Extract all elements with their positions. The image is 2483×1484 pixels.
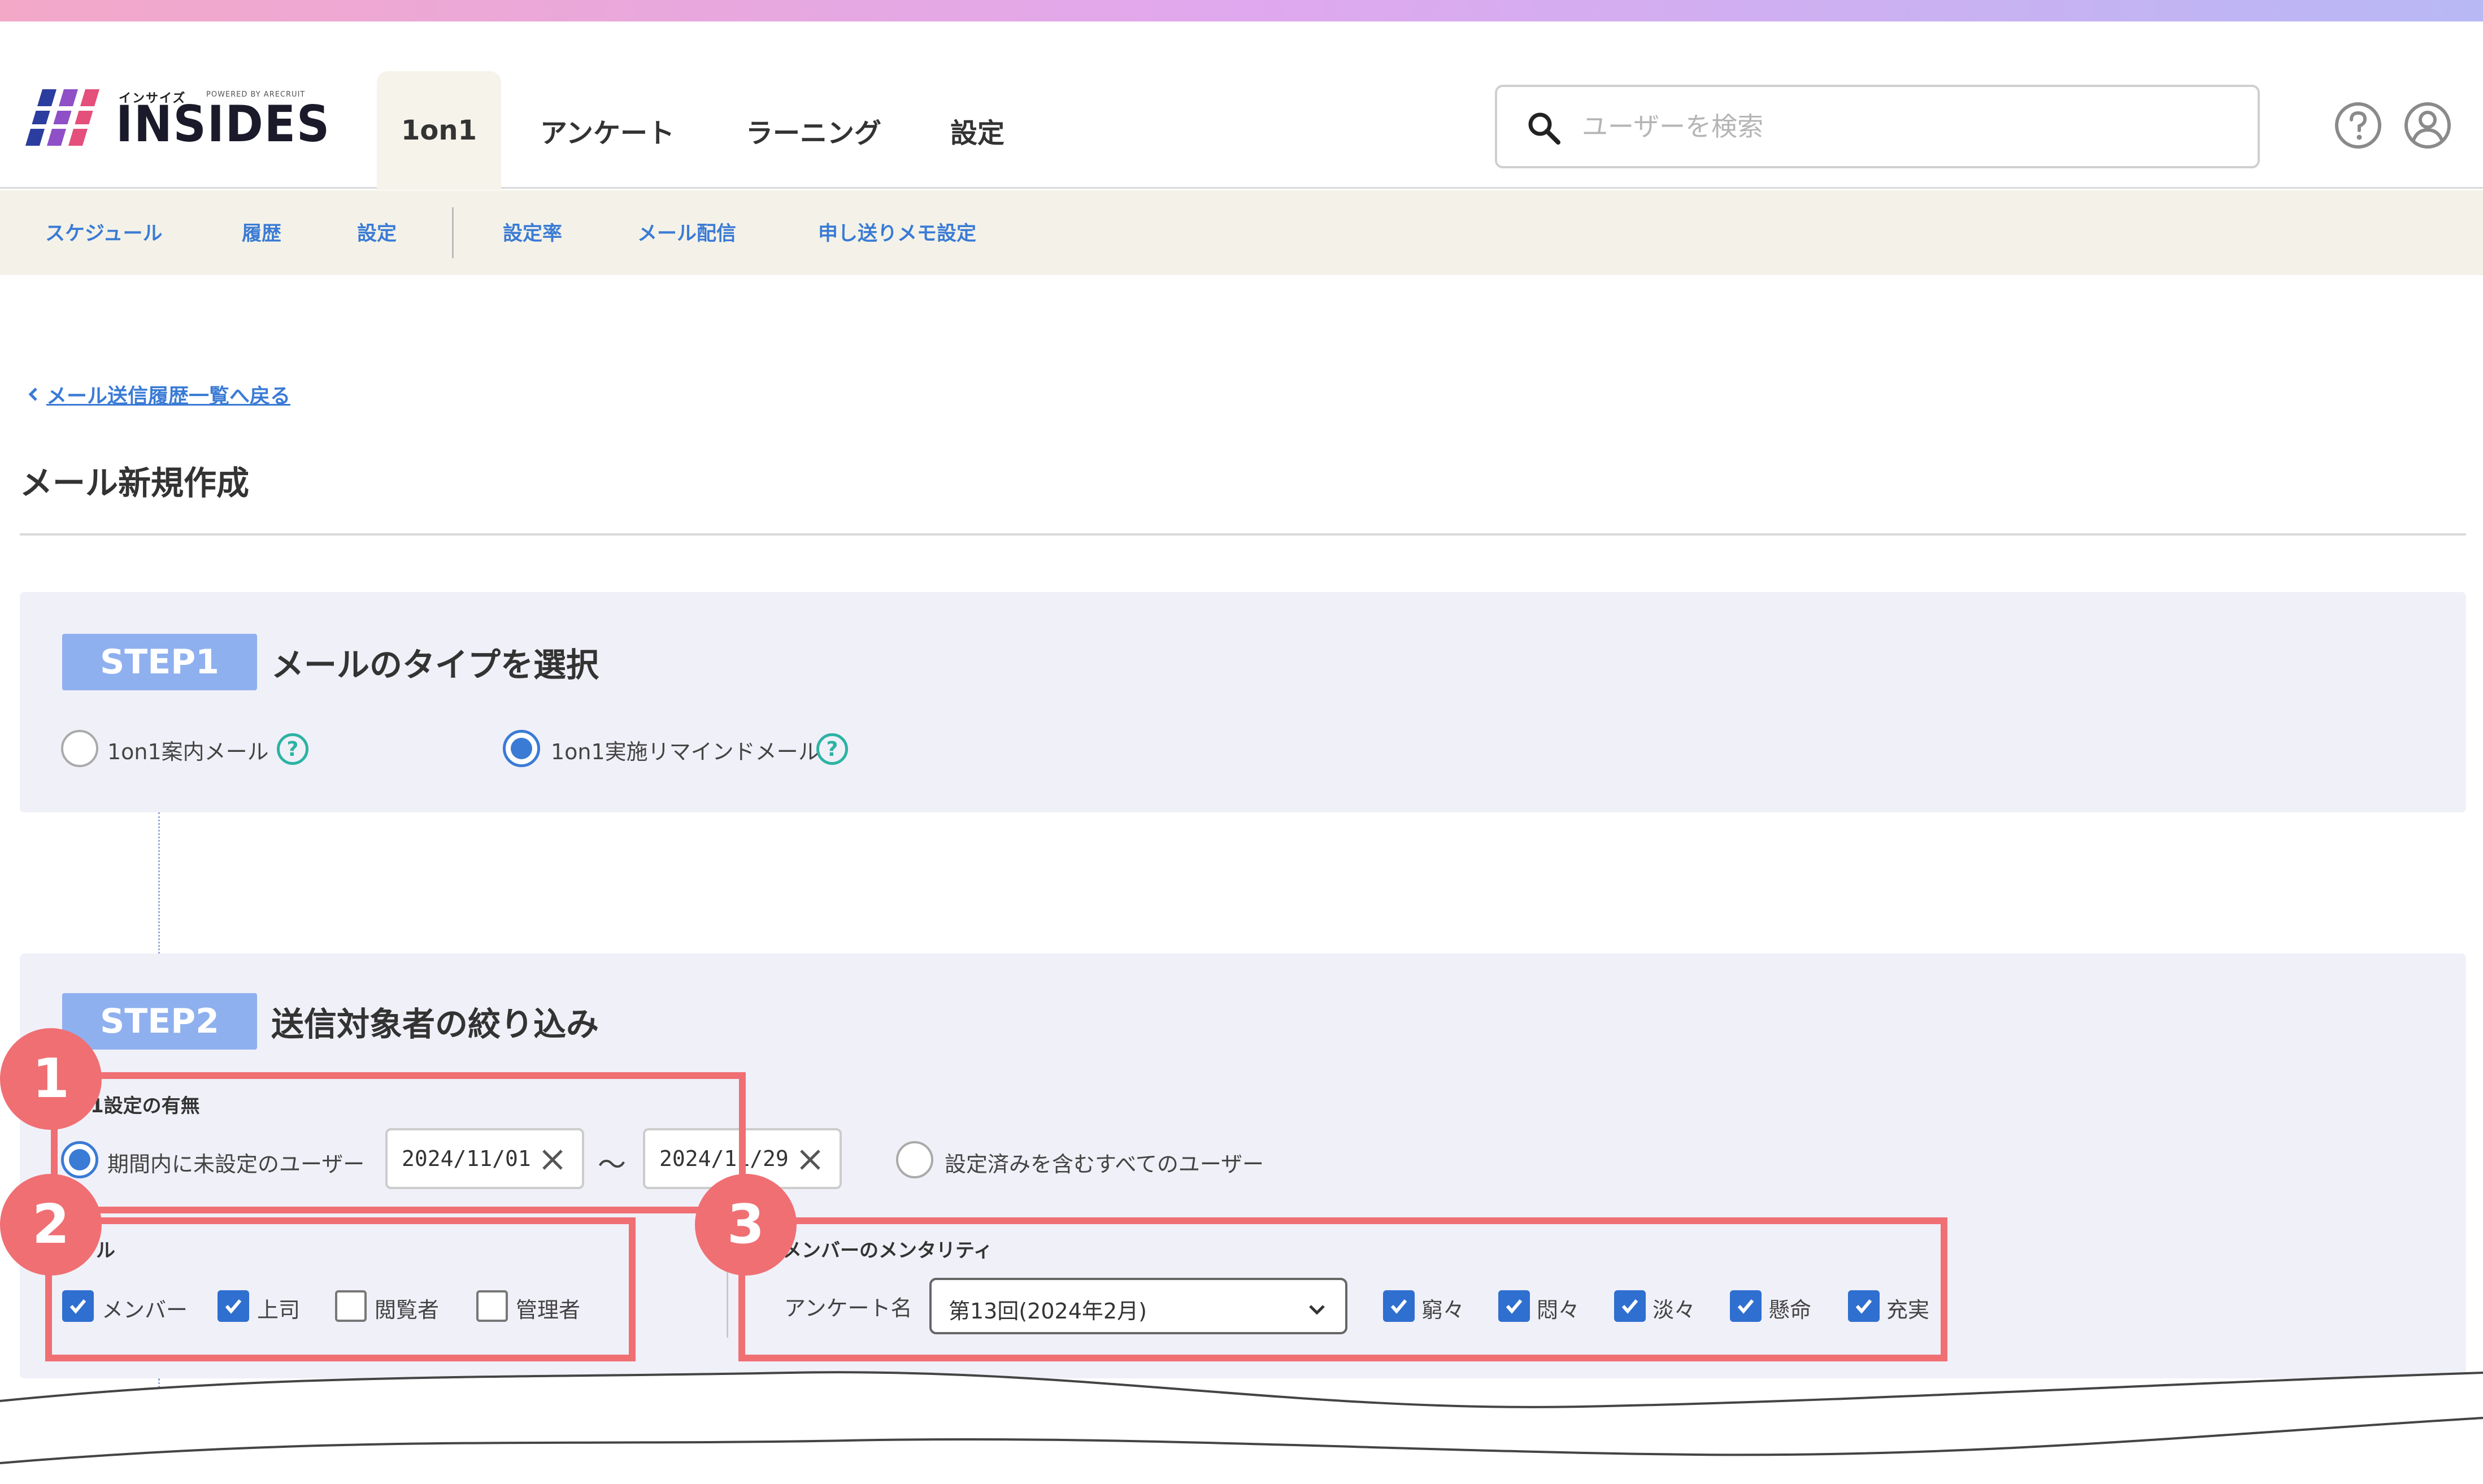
help-circle-icon[interactable] bbox=[2333, 101, 2383, 150]
step2-title: 送信対象者の絞り込み bbox=[271, 1005, 599, 1043]
radio-all-users-label: 設定済みを含むすべてのユーザー bbox=[945, 1152, 1264, 1177]
step1-panel: STEP1 メールのタイプを選択 1on1案内メール ? 1on1実施リマインド… bbox=[20, 592, 2466, 812]
step2-badge: STEP2 bbox=[62, 993, 257, 1050]
radio-guide-mail-label: 1on1案内メール bbox=[107, 739, 269, 764]
insides-logo[interactable]: インサイズ POWERED BY ARECRUIT INSIDES bbox=[25, 67, 329, 151]
annotation-box-3 bbox=[738, 1217, 1947, 1361]
tab-learning[interactable]: ラーニング bbox=[734, 71, 893, 190]
annotation-box-2 bbox=[45, 1217, 636, 1361]
reminder-mail-help-icon[interactable]: ? bbox=[816, 733, 848, 765]
subnav-item-setting-rate[interactable]: 設定率 bbox=[503, 217, 562, 246]
back-to-mail-history-link[interactable]: メール送信履歴一覧へ戻る bbox=[46, 380, 290, 409]
tab-survey[interactable]: アンケート bbox=[528, 71, 686, 190]
subnav-item-mail-delivery[interactable]: メール配信 bbox=[637, 217, 736, 246]
guide-mail-help-icon[interactable]: ? bbox=[277, 733, 308, 765]
clear-date-to-icon[interactable] bbox=[798, 1147, 823, 1172]
title-divider bbox=[20, 533, 2466, 536]
annotation-badge-2: 2 bbox=[0, 1174, 102, 1276]
annotation-badge-3: 3 bbox=[695, 1174, 797, 1276]
subnav-item-handover-memo[interactable]: 申し送りメモ設定 bbox=[818, 217, 976, 246]
subnav-item-schedule[interactable]: スケジュール bbox=[45, 217, 163, 246]
subnav-item-settings[interactable]: 設定 bbox=[357, 217, 397, 246]
subnav-item-history[interactable]: 履歴 bbox=[242, 217, 281, 246]
user-profile-icon[interactable] bbox=[2403, 101, 2452, 150]
annotation-badge-1: 1 bbox=[0, 1028, 102, 1130]
tab-settings[interactable]: 設定 bbox=[938, 71, 1017, 190]
top-gradient-bar bbox=[0, 0, 2483, 21]
app-header: インサイズ POWERED BY ARECRUIT INSIDES 1on1 ア… bbox=[0, 21, 2483, 190]
logo-name: INSIDES bbox=[116, 95, 331, 153]
chevron-left-icon bbox=[28, 388, 37, 401]
sub-navigation: スケジュール 履歴 設定 設定率 メール配信 申し送りメモ設定 bbox=[0, 190, 2483, 275]
logo-mark-icon bbox=[25, 89, 102, 146]
radio-guide-mail[interactable] bbox=[61, 730, 98, 767]
subnav-divider bbox=[452, 207, 454, 258]
user-search[interactable] bbox=[1495, 85, 2260, 168]
radio-reminder-mail-label: 1on1実施リマインドメール bbox=[551, 739, 820, 764]
search-input[interactable] bbox=[1582, 104, 2232, 149]
torn-edge-decoration bbox=[0, 1371, 2483, 1484]
radio-all-users[interactable] bbox=[896, 1141, 933, 1178]
annotation-box-1 bbox=[51, 1072, 746, 1213]
radio-reminder-mail[interactable] bbox=[503, 730, 540, 767]
step1-badge: STEP1 bbox=[62, 634, 257, 690]
search-icon bbox=[1528, 112, 1560, 145]
page-title: メール新規作成 bbox=[20, 464, 250, 502]
step1-title: メールのタイプを選択 bbox=[271, 646, 599, 684]
tab-1on1[interactable]: 1on1 bbox=[377, 71, 501, 190]
section-divider bbox=[727, 1265, 728, 1338]
step-connector-line bbox=[158, 812, 160, 954]
